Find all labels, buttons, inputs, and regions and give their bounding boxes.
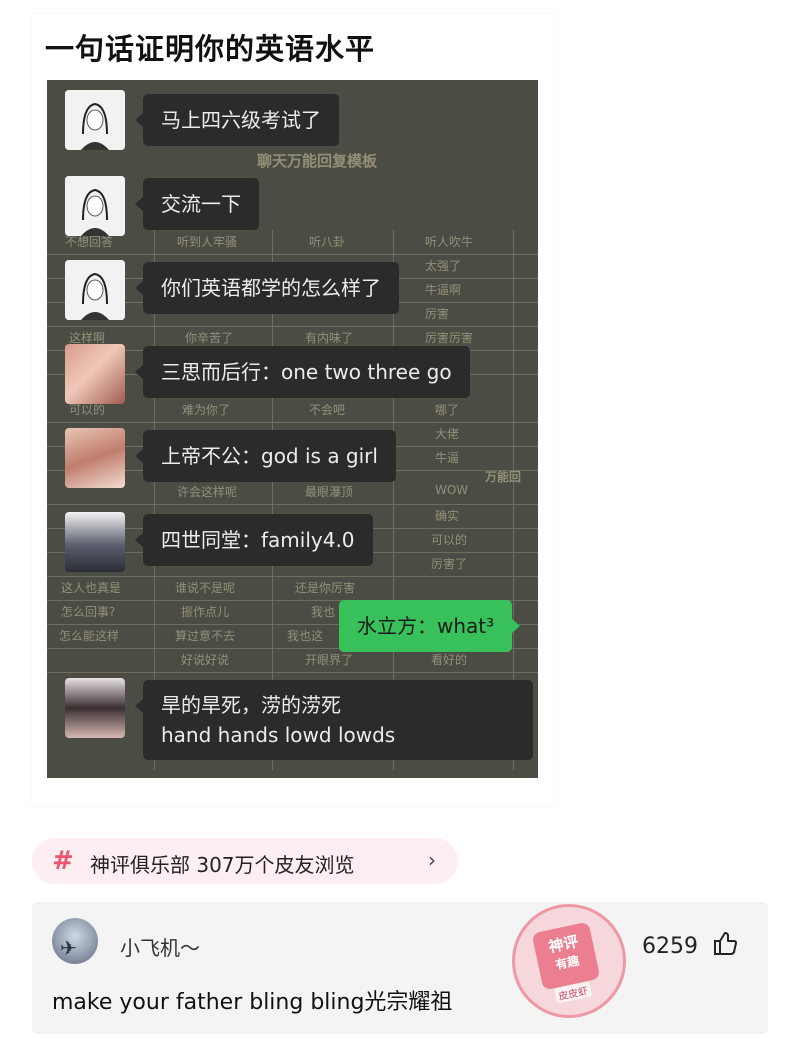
sheet-cell: 最眼瀑顶 — [305, 485, 354, 499]
sheet-cell: 开眼界了 — [305, 653, 354, 667]
sheet-cell: 太强了 — [425, 259, 462, 273]
sheet-cell: 谁说不是呢 — [175, 581, 236, 595]
sheet-cell: 我也 — [311, 605, 336, 619]
avatar-sketch-girl[interactable] — [65, 260, 125, 320]
sheet-cell: 算过意不去 — [175, 629, 236, 643]
comment-text: make your father bling bling光宗耀祖 — [52, 990, 453, 1015]
sheet-cell: WOW — [435, 483, 469, 497]
avatar-photo[interactable] — [65, 512, 125, 572]
self-message-bubble[interactable]: 水立方：what³ — [339, 600, 521, 652]
sheet-side-label: 万能回 — [485, 470, 522, 484]
avatar-photo[interactable] — [65, 428, 125, 488]
sheet-cell: 哪了 — [435, 403, 460, 417]
avatar-sketch-girl[interactable] — [65, 176, 125, 236]
sheet-cell: 难为你了 — [182, 403, 231, 417]
hashtag-icon: # — [52, 846, 74, 876]
message-line: hand hands lowd lowds — [161, 723, 396, 747]
sheet-cell: 有内味了 — [305, 331, 354, 345]
message-bubble[interactable]: 四世同堂：family4.0 — [135, 514, 373, 566]
sheet-cell: 大佬 — [435, 427, 460, 441]
sheet-cell: 还是你厉害 — [295, 581, 356, 595]
avatar-photo[interactable] — [65, 678, 125, 738]
sheet-cell: 你辛苦了 — [185, 331, 234, 345]
topic-label: 神评俱乐部 307万个皮友浏览 — [90, 853, 355, 877]
avatar-sketch-girl[interactable] — [65, 90, 125, 150]
topic-link[interactable]: # 神评俱乐部 307万个皮友浏览 › — [32, 838, 458, 884]
message-bubble[interactable]: 交流一下 — [135, 178, 259, 230]
sheet-cell: 好说好说 — [181, 653, 230, 667]
sheet-cell: 我也这 — [287, 629, 324, 643]
sheet-cell: 厉害 — [425, 307, 450, 321]
sheet-cell: 听人吹牛 — [425, 235, 474, 249]
sheet-cell: 这人也真是 — [61, 581, 122, 595]
thumbs-up-icon[interactable] — [712, 930, 738, 956]
stamp-badge: 神评 有趣 — [531, 921, 601, 991]
airplane-icon: ✈ — [60, 936, 77, 960]
sheet-cell: 振作点儿 — [181, 605, 230, 619]
message-line: 旱的旱死，涝的涝死 — [161, 693, 341, 717]
message-bubble-multiline[interactable]: 旱的旱死，涝的涝死 hand hands lowd lowds — [135, 680, 533, 760]
sheet-cell: 听八卦 — [309, 235, 346, 249]
sheet-cell: 许会这样呢 — [177, 485, 238, 499]
message-bubble[interactable]: 马上四六级考试了 — [135, 94, 339, 146]
sheet-cell: 看好的 — [431, 653, 468, 667]
sheet-cell: 听到人牢骚 — [177, 235, 238, 249]
sheet-cell: 牛逼 — [435, 451, 460, 465]
commenter-avatar[interactable]: ✈ — [52, 918, 98, 964]
commenter-username[interactable]: 小飞机～ — [120, 932, 200, 961]
sketch-girl-icon — [65, 260, 125, 320]
sheet-cell: 怎么能这样 — [59, 629, 120, 643]
sheet-cell: 厉害了 — [431, 557, 468, 571]
post-title: 一句话证明你的英语水平 — [45, 32, 376, 66]
sheet-cell: 确实 — [435, 509, 460, 523]
sheet-cell: 怎么回事? — [61, 605, 116, 619]
chat-screenshot-image[interactable]: 聊天万能回复模板 不想回答 听到人牢骚 听八卦 听人吹牛 太强了 牛逼啊 厉害 … — [47, 80, 538, 778]
sketch-girl-icon — [65, 176, 125, 236]
sheet-row: 这人也真是 谁说不是呢 还是你厉害 — [47, 576, 538, 601]
sheet-cell: 厉害厉害 — [425, 331, 474, 345]
god-comment-stamp: 神评 有趣 皮皮虾 — [512, 904, 626, 1018]
sheet-cell: 牛逼啊 — [425, 283, 462, 297]
chevron-right-icon: › — [428, 848, 436, 872]
sheet-title: 聊天万能回复模板 — [257, 152, 378, 170]
message-bubble[interactable]: 上帝不公：god is a girl — [135, 430, 396, 482]
message-bubble[interactable]: 三思而后行：one two three go — [135, 346, 470, 398]
message-bubble[interactable]: 你们英语都学的怎么样了 — [135, 262, 399, 314]
sheet-cell: 不会吧 — [309, 403, 346, 417]
avatar-photo[interactable] — [65, 344, 125, 404]
sketch-girl-icon — [65, 90, 125, 150]
sheet-cell: 可以的 — [431, 533, 468, 547]
top-comment-card[interactable]: ✈ 小飞机～ make your father bling bling光宗耀祖 … — [32, 902, 768, 1034]
like-count: 6259 — [642, 934, 698, 959]
